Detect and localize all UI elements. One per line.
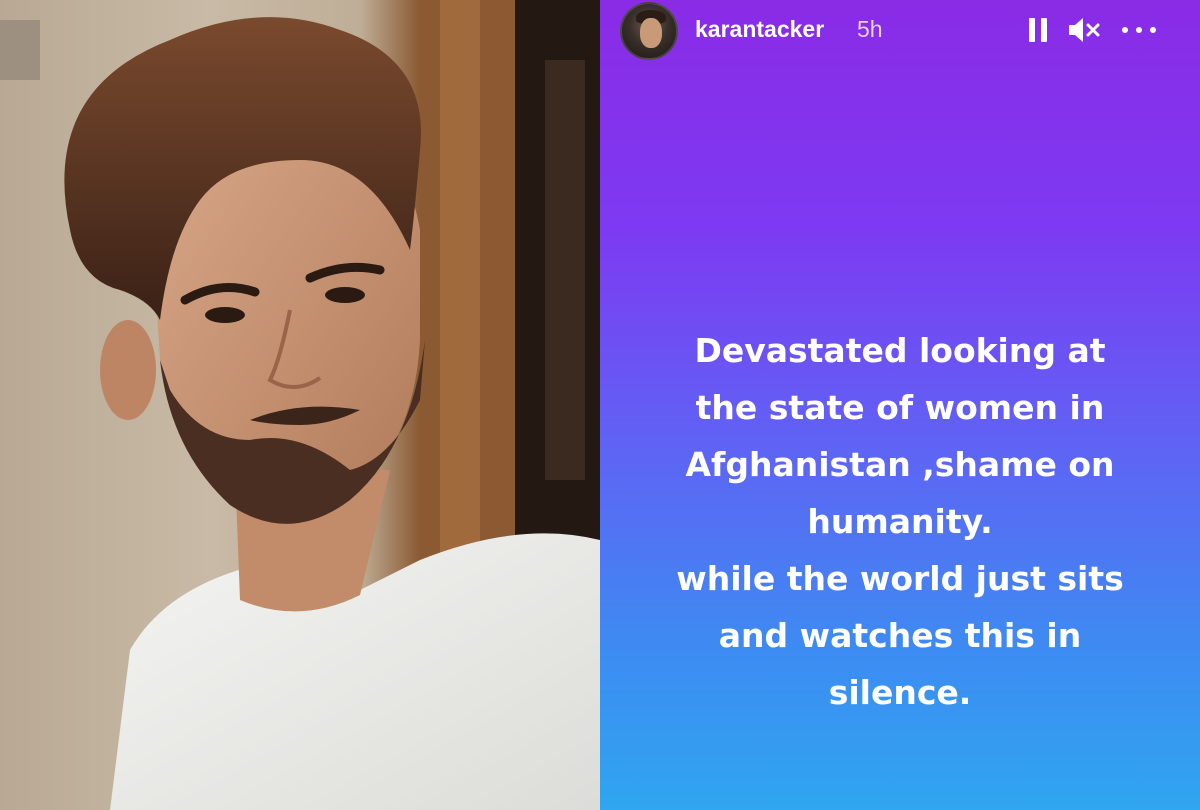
story-text-line: while the world just sits xyxy=(676,559,1124,598)
story-text-line: silence. xyxy=(828,673,972,712)
story-text-line: humanity. xyxy=(807,502,993,541)
story-text: Devastated looking at the state of women… xyxy=(620,322,1180,721)
portrait-illustration xyxy=(0,0,600,810)
story-text-line: Afghanistan ,shame on xyxy=(685,445,1115,484)
pause-icon xyxy=(1026,18,1050,42)
portrait-photo xyxy=(0,0,600,810)
story-header: karantacker 5h xyxy=(600,0,1200,60)
pause-button[interactable] xyxy=(1020,14,1056,46)
story-text-line: and watches this in xyxy=(718,616,1082,655)
story-text-line: Devastated looking at xyxy=(694,331,1106,370)
avatar[interactable] xyxy=(620,2,678,60)
story-timestamp: 5h xyxy=(857,16,883,42)
speaker-muted-icon xyxy=(1069,18,1100,42)
more-options-button[interactable] xyxy=(1114,14,1164,46)
instagram-story: karantacker 5h Devastated looking at the… xyxy=(600,0,1200,810)
more-horizontal-icon xyxy=(1118,27,1160,33)
username[interactable]: karantacker xyxy=(695,16,824,43)
story-text-line: the state of women in xyxy=(695,388,1105,427)
mute-button[interactable] xyxy=(1064,14,1104,46)
